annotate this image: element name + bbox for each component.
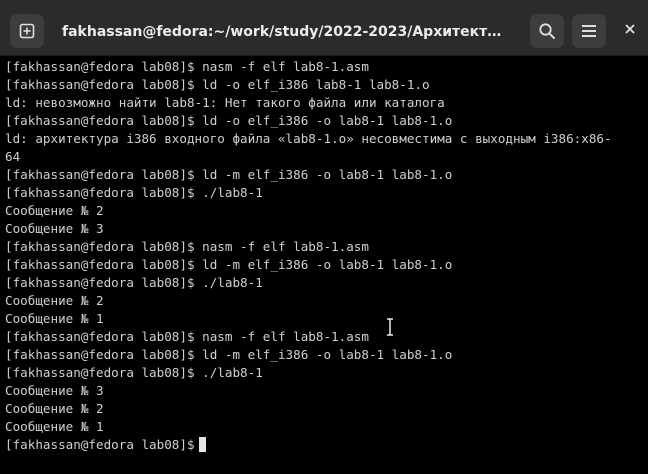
terminal-line: ld: невозможно найти lab8-1: Нет такого …	[5, 95, 445, 110]
terminal-line: [fakhassan@fedora lab08]$ nasm -f elf la…	[5, 239, 369, 254]
window-title: fakhassan@fedora:~/work/study/2022-2023/…	[62, 24, 510, 40]
close-button[interactable]	[624, 14, 648, 48]
terminal-line: [fakhassan@fedora lab08]$ ld -m elf_i386…	[5, 347, 453, 362]
terminal-prompt-line[interactable]: [fakhassan@fedora lab08]$	[5, 436, 648, 454]
terminal-line: 64	[5, 149, 21, 164]
ibeam-cursor-icon	[385, 317, 395, 337]
terminal-line: Сообщение № 2	[5, 203, 104, 218]
terminal-line: [fakhassan@fedora lab08]$ ld -m elf_i386…	[5, 257, 453, 272]
terminal-line: [fakhassan@fedora lab08]$ ld -m elf_i386…	[5, 167, 453, 182]
terminal-line: [fakhassan@fedora lab08]$ ./lab8-1	[5, 185, 263, 200]
terminal-line: Сообщение № 3	[5, 221, 104, 236]
terminal-line: [fakhassan@fedora lab08]$ ld -o elf_i386…	[5, 113, 453, 128]
header-bar: fakhassan@fedora:~/work/study/2022-2023/…	[0, 0, 648, 56]
text-cursor	[198, 437, 206, 452]
terminal-window: fakhassan@fedora:~/work/study/2022-2023/…	[0, 0, 648, 474]
search-icon	[538, 22, 556, 40]
terminal-line: Сообщение № 1	[5, 311, 104, 326]
terminal-line: [fakhassan@fedora lab08]$ nasm -f elf la…	[5, 329, 369, 344]
terminal-prompt: [fakhassan@fedora lab08]$	[5, 437, 195, 452]
plus-square-icon	[19, 23, 35, 39]
main-menu-button[interactable]	[572, 14, 606, 48]
terminal-line: Сообщение № 1	[5, 419, 104, 434]
terminal-output[interactable]: [fakhassan@fedora lab08]$ nasm -f elf la…	[0, 56, 648, 474]
terminal-line: ld: архитектура i386 входного файла «lab…	[5, 131, 612, 146]
terminal-line: Сообщение № 2	[5, 293, 104, 308]
terminal-line: [fakhassan@fedora lab08]$ ld -o elf_i386…	[5, 77, 430, 92]
terminal-line: [fakhassan@fedora lab08]$ nasm -f elf la…	[5, 59, 369, 74]
terminal-line: [fakhassan@fedora lab08]$ ./lab8-1	[5, 275, 263, 290]
close-icon	[624, 22, 638, 41]
terminal-line: [fakhassan@fedora lab08]$ ./lab8-1	[5, 365, 263, 380]
new-tab-button[interactable]	[10, 14, 44, 48]
search-button[interactable]	[530, 14, 564, 48]
terminal-line: Сообщение № 3	[5, 383, 104, 398]
hamburger-menu-icon	[581, 24, 597, 38]
terminal-line: Сообщение № 2	[5, 401, 104, 416]
